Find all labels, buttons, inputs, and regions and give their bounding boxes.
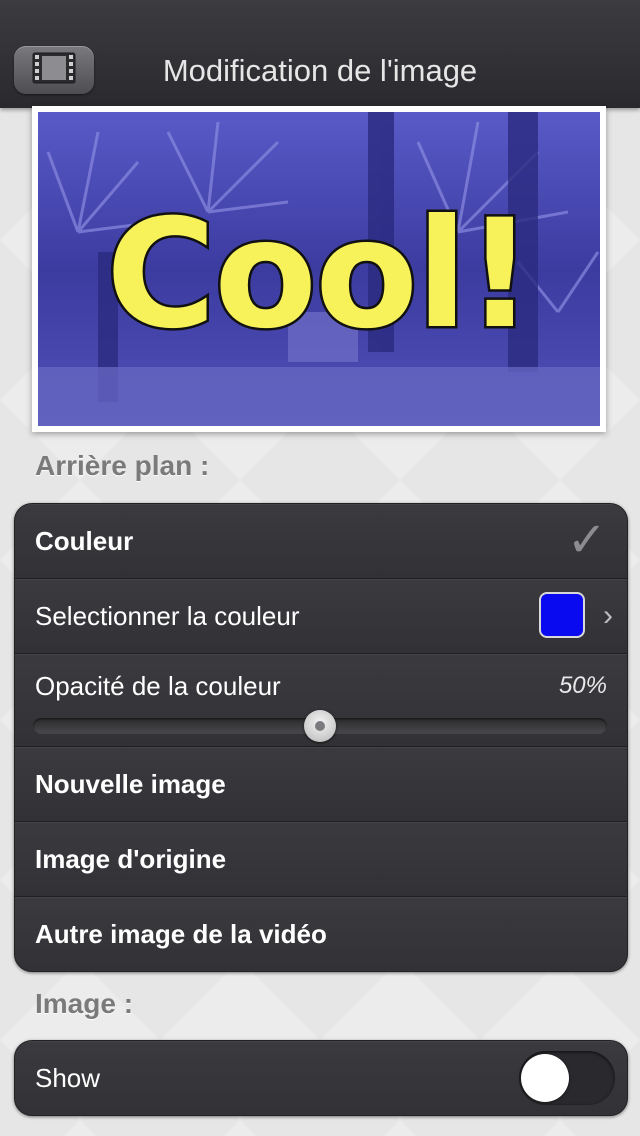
- show-label: Show: [35, 1063, 101, 1093]
- other-video-image-label: Autre image de la vidéo: [35, 919, 327, 949]
- background-section-title: Arrière plan :: [35, 450, 210, 481]
- new-image-row[interactable]: Nouvelle image: [15, 747, 627, 822]
- original-image-row[interactable]: Image d'origine: [15, 822, 627, 897]
- opacity-value: 50%: [558, 672, 607, 699]
- image-section-title: Image :: [35, 988, 134, 1019]
- select-color-row[interactable]: Selectionner la couleur ›: [15, 579, 627, 654]
- other-video-image-row[interactable]: Autre image de la vidéo: [15, 897, 627, 971]
- preview-image: Cool!: [38, 112, 600, 426]
- page-title: Modification de l'image: [162, 53, 478, 88]
- color-option-row[interactable]: Couleur ✓: [15, 504, 627, 579]
- color-swatch[interactable]: [539, 592, 585, 638]
- color-option-label: Couleur: [35, 526, 134, 556]
- background-options-group: Couleur ✓ Selectionner la couleur › Opac…: [14, 503, 628, 972]
- original-image-label: Image d'origine: [35, 844, 227, 874]
- opacity-row: Opacité de la couleur 50%: [15, 654, 627, 747]
- overlay-text: Cool!: [103, 188, 536, 363]
- opacity-label: Opacité de la couleur: [35, 671, 281, 701]
- image-options-group: Show: [14, 1040, 628, 1116]
- image-preview[interactable]: Cool!: [32, 106, 606, 432]
- film-strip-icon: [32, 52, 76, 89]
- select-color-label: Selectionner la couleur: [35, 601, 300, 631]
- toggle-knob[interactable]: [521, 1054, 569, 1102]
- back-button[interactable]: [14, 46, 94, 94]
- navigation-bar: Modification de l'image: [0, 0, 640, 108]
- opacity-slider-thumb[interactable]: [304, 710, 336, 742]
- chevron-right-icon: ›: [603, 599, 613, 632]
- checkmark-icon: ✓: [566, 514, 607, 567]
- new-image-label: Nouvelle image: [35, 769, 226, 799]
- show-row: Show: [15, 1041, 627, 1115]
- show-toggle[interactable]: [519, 1051, 615, 1105]
